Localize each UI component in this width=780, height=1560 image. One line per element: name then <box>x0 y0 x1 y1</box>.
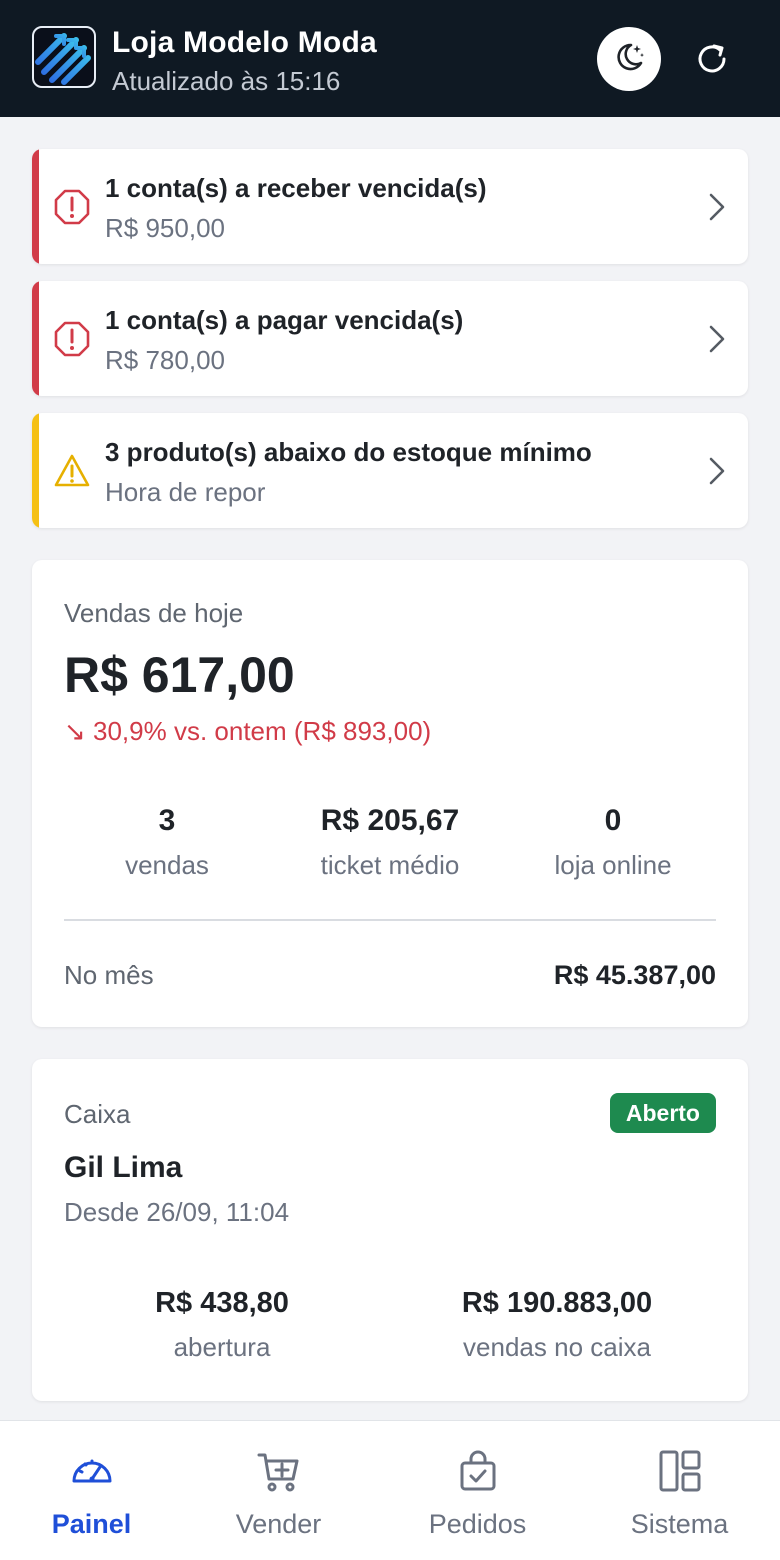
nav-item-sistema[interactable]: Sistema <box>582 1421 777 1560</box>
alert-hint: Hora de repor <box>105 477 266 507</box>
store-logo <box>32 26 96 88</box>
refresh-button[interactable] <box>688 36 736 84</box>
warning-triangle-icon <box>54 453 90 489</box>
alert-title: 1 conta(s) a receber vencida(s) <box>105 173 487 203</box>
shopping-bag-check-icon <box>454 1447 502 1495</box>
alert-amount: R$ 780,00 <box>105 345 225 375</box>
month-total: R$ 45.387,00 <box>553 960 716 990</box>
error-octagon-icon <box>54 189 90 225</box>
month-label: No mês <box>64 960 154 990</box>
nav-label: Pedidos <box>428 1509 527 1539</box>
store-name: Loja Modelo Moda <box>112 26 377 59</box>
dashboard-gauge-icon <box>68 1447 116 1495</box>
cash-opening-amount: R$ 438,80 abertura <box>92 1287 352 1363</box>
alert-severity-bar <box>32 413 39 528</box>
stat-sales-count: 3 vendas <box>57 804 277 881</box>
sales-comparison: ↘ 30,9% vs. ontem (R$ 893,00) <box>64 716 432 746</box>
stat-online-store: 0 loja online <box>503 804 723 881</box>
chevron-right-icon <box>704 455 728 487</box>
alert-payables-overdue[interactable]: 1 conta(s) a pagar vencida(s) R$ 780,00 <box>32 281 748 396</box>
sales-today-label: Vendas de hoje <box>64 598 244 628</box>
nav-item-painel[interactable]: Painel <box>0 1421 189 1560</box>
cart-plus-icon <box>255 1447 303 1495</box>
stat-value: R$ 190.883,00 <box>461 1287 653 1319</box>
error-octagon-icon <box>54 321 90 357</box>
app-header: Loja Modelo Moda Atualizado às 15:16 <box>0 0 780 117</box>
alert-amount: R$ 950,00 <box>105 213 225 243</box>
nav-label: Sistema <box>630 1509 729 1539</box>
chevron-right-icon <box>704 191 728 223</box>
bottom-navigation: Painel Vender Pedidos Sistema <box>0 1420 780 1560</box>
cash-status-badge: Aberto <box>609 1093 716 1133</box>
cash-register-label: Caixa <box>64 1099 131 1129</box>
nav-label: Vender <box>235 1509 322 1539</box>
stat-value: R$ 205,67 <box>320 804 460 837</box>
stat-label: vendas <box>125 850 209 880</box>
alert-severity-bar <box>32 149 39 264</box>
nav-label: Painel <box>51 1509 132 1539</box>
cash-sales-amount: R$ 190.883,00 vendas no caixa <box>412 1287 702 1363</box>
stat-value: R$ 438,80 <box>155 1287 289 1319</box>
stat-label: loja online <box>554 850 672 880</box>
refresh-icon <box>694 40 730 81</box>
sales-today-card: Vendas de hoje R$ 617,00 ↘ 30,9% vs. ont… <box>32 560 748 1027</box>
cash-operator-name: Gil Lima <box>64 1151 183 1184</box>
cash-register-card: Caixa Aberto Gil Lima Desde 26/09, 11:04… <box>32 1059 748 1401</box>
alert-low-stock[interactable]: 3 produto(s) abaixo do estoque mínimo Ho… <box>32 413 748 528</box>
alert-title: 3 produto(s) abaixo do estoque mínimo <box>105 437 592 467</box>
nav-item-pedidos[interactable]: Pedidos <box>380 1421 575 1560</box>
divider <box>64 919 716 921</box>
alert-title: 1 conta(s) a pagar vencida(s) <box>105 305 464 335</box>
layout-grid-icon <box>656 1447 704 1495</box>
alert-severity-bar <box>32 281 39 396</box>
cash-opened-since: Desde 26/09, 11:04 <box>64 1197 290 1227</box>
stat-label: vendas no caixa <box>463 1332 651 1362</box>
dark-mode-toggle-button[interactable] <box>597 27 661 91</box>
last-updated: Atualizado às 15:16 <box>112 66 341 96</box>
stat-label: abertura <box>173 1332 271 1362</box>
stat-average-ticket: R$ 205,67 ticket médio <box>280 804 500 881</box>
chevron-right-icon <box>704 323 728 355</box>
stat-label: ticket médio <box>320 850 460 880</box>
sales-today-total: R$ 617,00 <box>64 647 295 703</box>
alert-receivables-overdue[interactable]: 1 conta(s) a receber vencida(s) R$ 950,0… <box>32 149 748 264</box>
moon-stars-icon <box>611 39 647 80</box>
stat-value: 0 <box>604 804 622 837</box>
nav-item-vender[interactable]: Vender <box>181 1421 376 1560</box>
stat-value: 3 <box>158 804 176 837</box>
